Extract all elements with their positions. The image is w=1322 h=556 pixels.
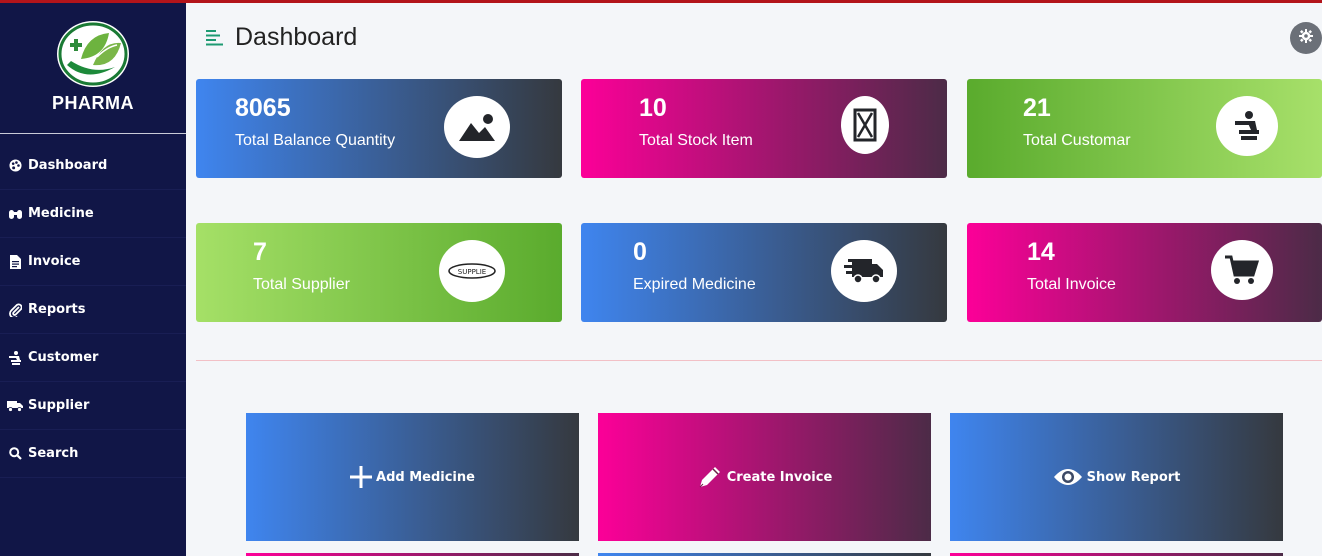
top-accent-bar bbox=[0, 0, 1322, 3]
sidebar-item-label: Dashboard bbox=[28, 158, 108, 173]
stat-label: Total Stock Item bbox=[639, 132, 753, 149]
add-medicine-button[interactable]: Add Medicine bbox=[246, 413, 579, 541]
stat-card-balance-quantity[interactable]: 8065 Total Balance Quantity bbox=[196, 79, 562, 178]
brand-name: PHARMA bbox=[52, 93, 134, 113]
person-carry-icon bbox=[1216, 96, 1278, 156]
stat-value: 7 bbox=[253, 238, 267, 266]
stat-label: Total Balance Quantity bbox=[235, 132, 396, 149]
truck-icon bbox=[7, 398, 23, 414]
search-icon bbox=[7, 446, 23, 462]
stat-card-expired-medicine[interactable]: 0 Expired Medicine bbox=[581, 223, 947, 322]
sidebar-item-reports[interactable]: Reports bbox=[0, 286, 186, 334]
stat-card-stock-item[interactable]: 10 Total Stock Item bbox=[581, 79, 947, 178]
stat-value: 14 bbox=[1027, 238, 1055, 266]
stat-value: 0 bbox=[633, 238, 647, 266]
gear-icon bbox=[1299, 28, 1313, 48]
main-content: Dashboard 8065 Total Balance Quantity 10… bbox=[186, 3, 1322, 556]
image-icon bbox=[444, 96, 510, 158]
paperclip-icon bbox=[7, 302, 23, 318]
menu-toggle-icon[interactable] bbox=[206, 30, 223, 51]
sidebar-nav: Dashboard Medicine Invoice Reports Custo… bbox=[0, 134, 186, 478]
action-label: Create Invoice bbox=[726, 469, 833, 485]
sidebar-item-label: Medicine bbox=[28, 206, 94, 221]
stat-value: 21 bbox=[1023, 94, 1051, 122]
brand: PHARMA bbox=[0, 3, 186, 134]
stat-label: Total Customar bbox=[1023, 132, 1131, 149]
sidebar-item-supplier[interactable]: Supplier bbox=[0, 382, 186, 430]
page-header: Dashboard bbox=[186, 3, 1322, 73]
stat-card-invoice[interactable]: 14 Total Invoice bbox=[967, 223, 1322, 322]
sidebar: PHARMA Dashboard Medicine Invoice Report… bbox=[0, 3, 186, 556]
shipping-fast-icon bbox=[831, 240, 897, 302]
action-label: Add Medicine bbox=[376, 469, 475, 485]
create-invoice-button[interactable]: Create Invoice bbox=[598, 413, 931, 541]
sidebar-item-invoice[interactable]: Invoice bbox=[0, 238, 186, 286]
show-report-button[interactable]: Show Report bbox=[950, 413, 1283, 541]
palette-icon bbox=[7, 158, 23, 174]
sidebar-item-label: Invoice bbox=[28, 254, 81, 269]
plus-icon bbox=[350, 466, 373, 488]
cart-icon bbox=[1211, 240, 1273, 300]
settings-button[interactable] bbox=[1290, 22, 1322, 54]
stat-value: 10 bbox=[639, 94, 667, 122]
supplier-logo-icon: SUPPLIE bbox=[439, 240, 505, 302]
stat-label: Total Invoice bbox=[1027, 276, 1116, 293]
stat-value: 8065 bbox=[235, 94, 291, 122]
stat-card-customer[interactable]: 21 Total Customar bbox=[967, 79, 1322, 178]
eye-icon bbox=[1053, 467, 1083, 487]
action-label: Show Report bbox=[1086, 469, 1181, 485]
sidebar-item-medicine[interactable]: Medicine bbox=[0, 190, 186, 238]
sidebar-item-label: Customer bbox=[28, 350, 99, 365]
sidebar-item-customer[interactable]: Customer bbox=[0, 334, 186, 382]
sidebar-item-search[interactable]: Search bbox=[0, 430, 186, 478]
stat-label: Total Supplier bbox=[253, 276, 350, 293]
sidebar-item-dashboard[interactable]: Dashboard bbox=[0, 142, 186, 190]
pharma-logo[interactable] bbox=[57, 21, 129, 87]
person-carry-icon bbox=[7, 350, 23, 366]
page-title: Dashboard bbox=[235, 23, 358, 51]
stat-label: Expired Medicine bbox=[633, 276, 756, 293]
sidebar-item-label: Search bbox=[28, 446, 79, 461]
section-divider bbox=[196, 360, 1322, 361]
svg-text:SUPPLIE: SUPPLIE bbox=[458, 268, 486, 276]
sidebar-item-label: Supplier bbox=[28, 398, 90, 413]
binoculars-icon bbox=[7, 206, 23, 222]
box-icon bbox=[841, 96, 889, 154]
pen-icon bbox=[697, 464, 723, 490]
sidebar-item-label: Reports bbox=[28, 302, 86, 317]
stat-card-supplier[interactable]: 7 Total Supplier SUPPLIE bbox=[196, 223, 562, 322]
file-icon bbox=[7, 254, 23, 270]
